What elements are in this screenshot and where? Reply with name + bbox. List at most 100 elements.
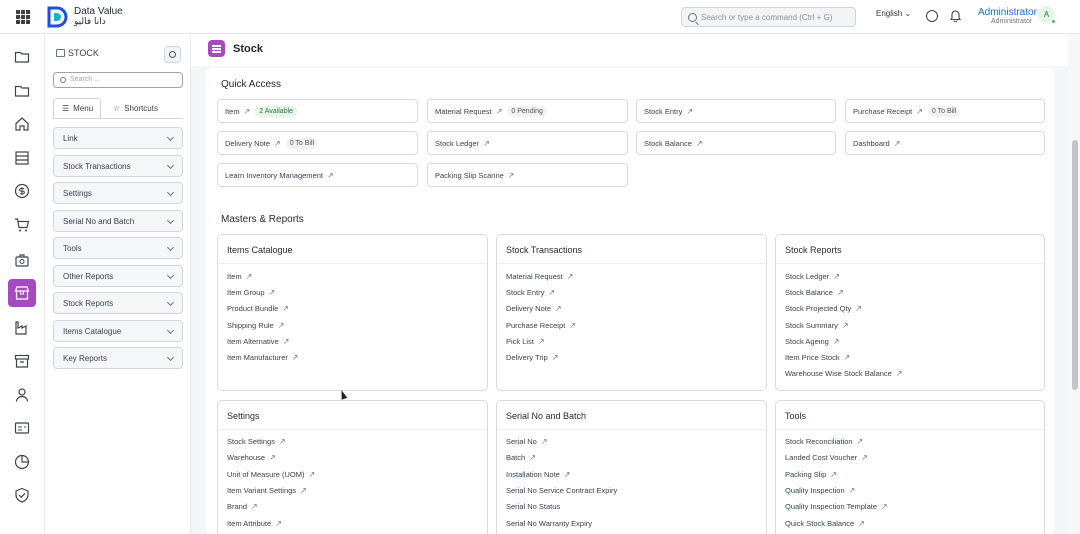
shortcut-purchase-receipt[interactable]: Purchase Receipt ↗ 0 To Bill (845, 99, 1045, 123)
card-link[interactable]: Serial No Service Contract Expiry (506, 486, 617, 495)
stock-icon[interactable] (8, 279, 36, 307)
external-arrow-icon: ↗ (251, 502, 258, 511)
shortcut-item[interactable]: Item ↗ 2 Available (217, 99, 418, 123)
sidebar-item-link[interactable]: Link (53, 127, 183, 149)
sidebar-item-key-reports[interactable]: Key Reports (53, 347, 183, 369)
card-link[interactable]: Delivery Note ↗ (506, 304, 567, 313)
card-link[interactable]: Quick Stock Balance ↗ (785, 519, 870, 528)
card-title: Tools (785, 411, 807, 421)
card-link[interactable]: Delivery Trip ↗ (506, 353, 563, 362)
card-link[interactable]: Unit of Measure (UOM) ↗ (227, 470, 320, 479)
card-link[interactable]: Item Alternative ↗ (227, 337, 294, 346)
tabs-divider (53, 118, 183, 119)
sidebar-item-other-reports[interactable]: Other Reports (53, 265, 183, 287)
scrollbar-thumb[interactable] (1072, 140, 1078, 390)
card-link[interactable]: Quality Inspection Template ↗ (785, 502, 893, 511)
workspace-content: Quick Access Item ↗ 2 Available Material R… (206, 68, 1055, 534)
sidebar-item-items-catalogue[interactable]: Items Catalogue (53, 320, 183, 342)
shortcut-packing-slip-scanner[interactable]: Packing Slip Scanne ↗ (427, 163, 628, 187)
sidebar-item-serial-no-and-batch[interactable]: Serial No and Batch (53, 210, 183, 232)
card-link[interactable]: Installation Note ↗ (506, 470, 576, 479)
external-arrow-icon: ↗ (551, 353, 559, 362)
language-selector[interactable]: English ⌄ (876, 9, 911, 18)
avatar-letter: A (1043, 10, 1050, 19)
shortcut-delivery-note[interactable]: Delivery Note ↗ 0 To Bill (217, 131, 418, 155)
shortcut-learn-inventory[interactable]: Learn Inventory Management ↗ (217, 163, 418, 187)
external-arrow-icon: ↗ (861, 453, 868, 462)
folder-icon[interactable] (12, 81, 32, 101)
briefcase-icon[interactable] (12, 250, 32, 270)
notification-bell-icon[interactable] (950, 9, 961, 22)
card-link[interactable]: Item Group ↗ (227, 288, 280, 297)
sidebar-search-input[interactable]: Search ... (53, 72, 183, 88)
tab-shortcuts[interactable]: ☆ Shortcuts (105, 98, 166, 118)
user-name[interactable]: Administrator (978, 7, 1037, 18)
card-link[interactable]: Stock Reconciliation ↗ (785, 437, 868, 446)
card-link[interactable]: Warehouse Wise Stock Balance ↗ (785, 369, 908, 378)
card-link[interactable]: Brand ↗ (227, 502, 263, 511)
card-link[interactable]: Serial No ↗ (506, 437, 553, 446)
archive-icon[interactable] (12, 351, 32, 371)
shortcut-stock-balance[interactable]: Stock Balance ↗ (636, 131, 836, 155)
shortcut-material-request[interactable]: Material Request ↗ 0 Pending (427, 99, 628, 123)
tab-menu[interactable]: ☰ Menu (53, 98, 101, 118)
card-link[interactable]: Stock Entry ↗ (506, 288, 560, 297)
card-link[interactable]: Product Bundle ↗ (227, 304, 294, 313)
menu-toggle-button[interactable] (208, 40, 225, 57)
card-divider (776, 263, 1044, 264)
card-link[interactable]: Landed Cost Voucher ↗ (785, 453, 873, 462)
folder-icon[interactable] (12, 47, 32, 67)
card-link[interactable]: Item Variant Settings ↗ (227, 486, 312, 495)
card-link[interactable]: Stock Ageing ↗ (785, 337, 844, 346)
global-search-input[interactable]: Search or type a command (Ctrl + G) (681, 7, 856, 27)
id-card-icon[interactable] (12, 418, 32, 438)
shortcut-stock-entry[interactable]: Stock Entry ↗ (636, 99, 836, 123)
shortcut-dashboard[interactable]: Dashboard ↗ (845, 131, 1045, 155)
card-link[interactable]: Stock Projected Qty ↗ (785, 304, 867, 313)
sidebar-item-settings[interactable]: Settings (53, 182, 183, 204)
shortcut-stock-ledger[interactable]: Stock Ledger ↗ (427, 131, 628, 155)
home-icon[interactable] (12, 114, 32, 134)
chevron-down-icon (166, 326, 175, 335)
card-link[interactable]: Serial No Status (506, 502, 560, 511)
card-link[interactable]: Purchase Receipt ↗ (506, 321, 581, 330)
external-arrow-icon: ↗ (537, 337, 545, 346)
shield-check-icon[interactable] (12, 485, 32, 505)
card-items-catalogue: Items Catalogue Item ↗ Item Group ↗ Produc… (217, 234, 488, 391)
pie-chart-icon[interactable] (12, 452, 32, 472)
card-link[interactable]: Item Price Stock ↗ (785, 353, 855, 362)
card-link[interactable]: Pick List ↗ (506, 337, 550, 346)
brand-logo[interactable] (46, 5, 68, 29)
card-link[interactable]: Shipping Rule ↗ (227, 321, 289, 330)
page-header: Stock (191, 34, 1080, 66)
card-link[interactable]: Stock Balance ↗ (785, 288, 849, 297)
card-link[interactable]: Item Manufacturer ↗ (227, 353, 304, 362)
theme-palette-icon[interactable] (926, 10, 938, 22)
server-icon[interactable] (12, 148, 32, 168)
card-title: Stock Reports (785, 245, 842, 255)
card-link[interactable]: Serial No Warranty Expiry (506, 519, 592, 528)
card-link[interactable]: Stock Settings ↗ (227, 437, 291, 446)
sidebar-item-stock-transactions[interactable]: Stock Transactions (53, 155, 183, 177)
external-arrow-icon: ↗ (308, 470, 316, 479)
app-switcher-icon[interactable] (16, 10, 30, 24)
dollar-icon[interactable] (12, 181, 32, 201)
card-link[interactable]: Batch ↗ (506, 453, 541, 462)
sidebar-item-tools[interactable]: Tools (53, 237, 183, 259)
card-link[interactable]: Warehouse ↗ (227, 453, 281, 462)
masters-reports-title: Masters & Reports (221, 214, 304, 225)
card-link[interactable]: Material Request ↗ (506, 272, 578, 281)
card-link[interactable]: Packing Slip ↗ (785, 470, 842, 479)
people-icon[interactable] (12, 385, 32, 405)
card-link[interactable]: Stock Ledger ↗ (785, 272, 845, 281)
card-link[interactable]: Item ↗ (227, 272, 257, 281)
card-link[interactable]: Item Attribute ↗ (227, 519, 287, 528)
sidebar-settings-button[interactable] (164, 46, 181, 63)
external-arrow-icon: ↗ (529, 453, 536, 462)
card-link[interactable]: Quality Inspection ↗ (785, 486, 860, 495)
cart-icon[interactable] (12, 215, 32, 235)
card-link[interactable]: Stock Summary ↗ (785, 321, 854, 330)
avatar[interactable]: A (1038, 6, 1056, 24)
factory-icon[interactable] (12, 318, 32, 338)
sidebar-item-stock-reports[interactable]: Stock Reports (53, 292, 183, 314)
